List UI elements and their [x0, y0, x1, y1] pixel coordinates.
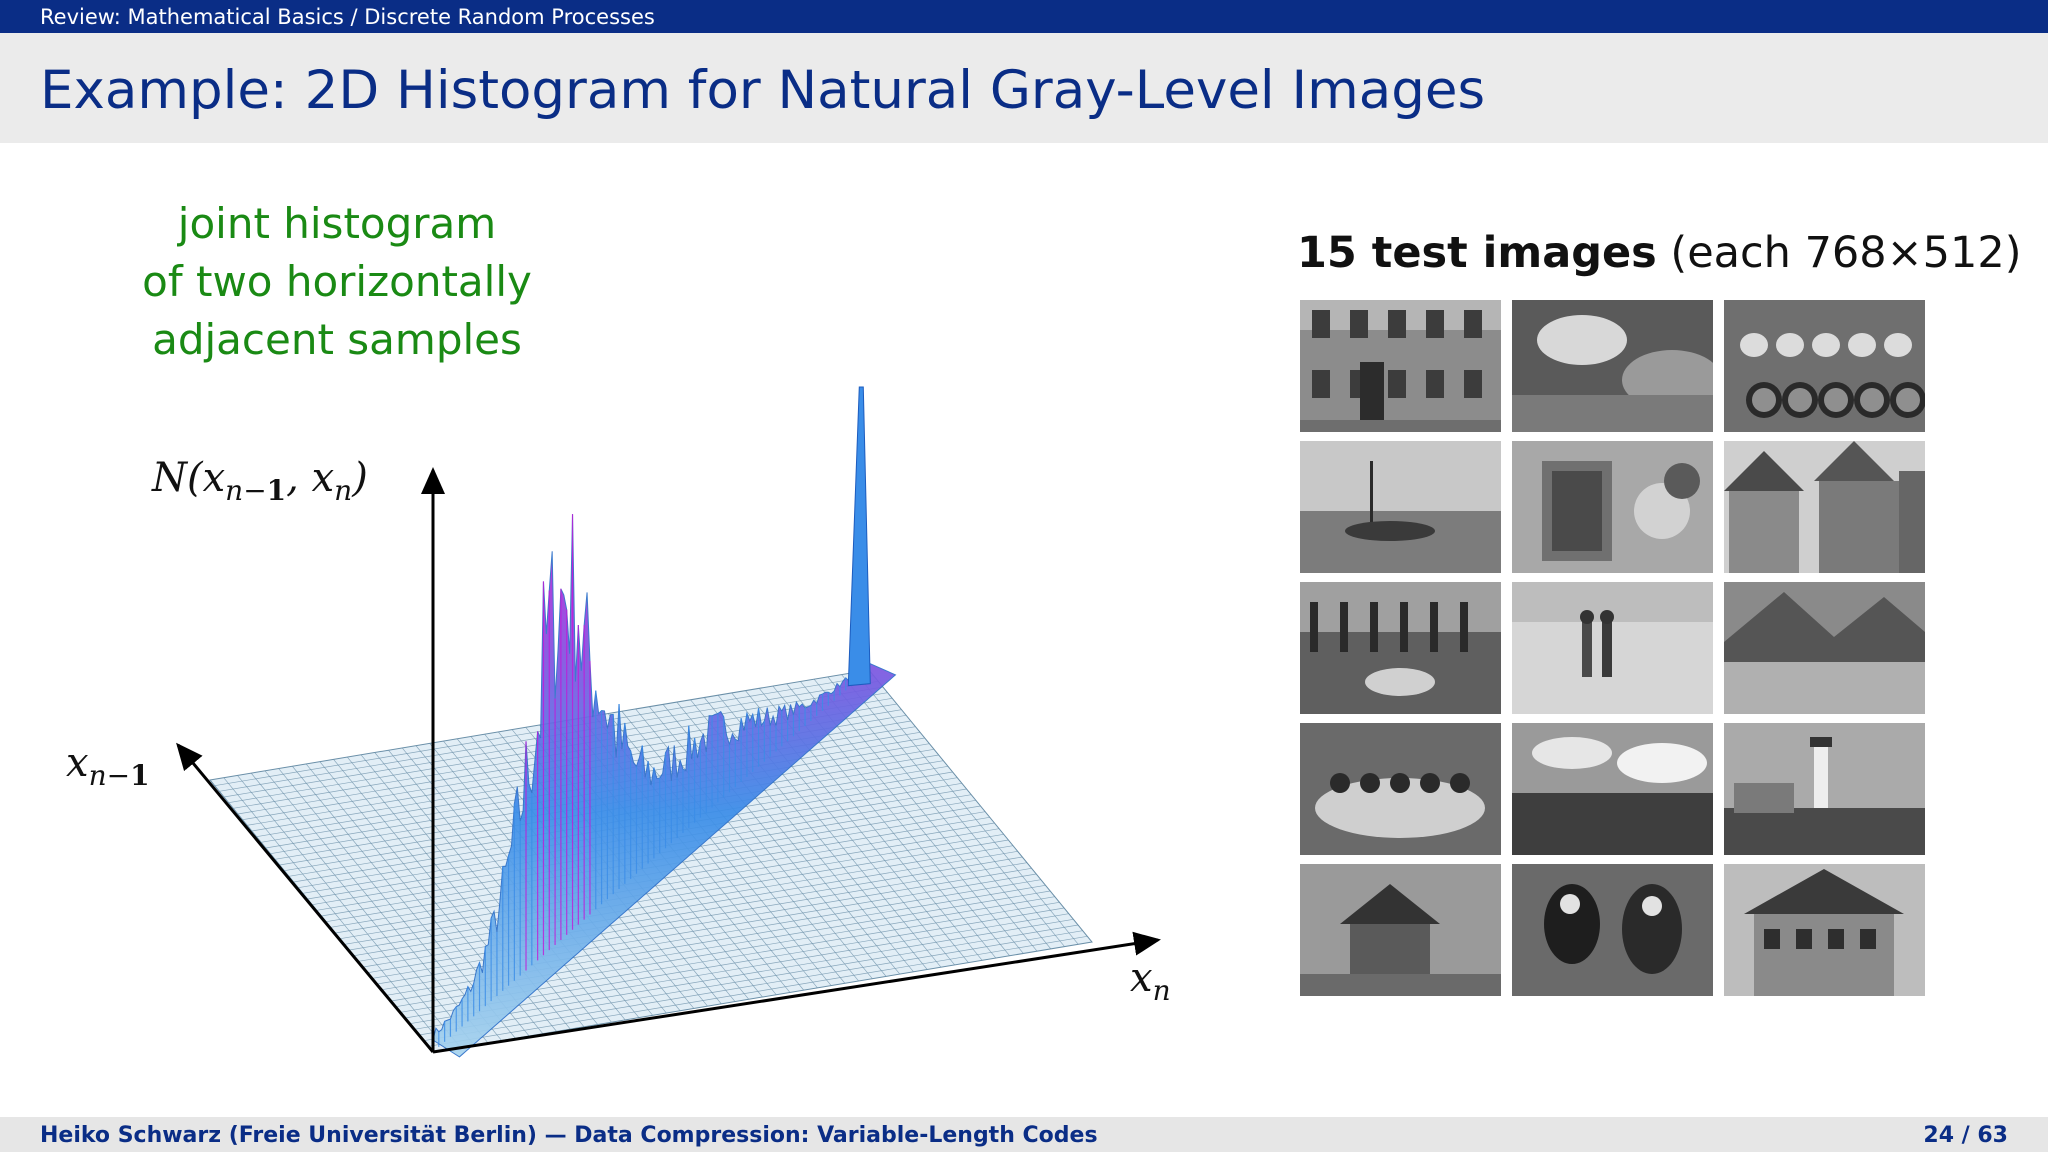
thumbnail-image: painted house [1724, 864, 1925, 996]
test-image-thumbnail: rafting [1300, 723, 1501, 855]
y-axis-label: xn−1 [66, 740, 150, 792]
thumbnail-image: sea with clouds [1512, 723, 1713, 855]
caption-line: adjacent samples [152, 315, 522, 364]
test-image-thumbnail: house by lake [1300, 864, 1501, 996]
test-image-thumbnail: timber-framed houses [1724, 441, 1925, 573]
test-image-thumbnail: couple on beach [1512, 582, 1713, 714]
test-image-thumbnail: boat at pier [1300, 582, 1501, 714]
thumbnail-image: lighthouse [1724, 723, 1925, 855]
caption-line: joint histogram [177, 199, 497, 248]
thumbnail-image: house by lake [1300, 864, 1501, 996]
test-image-thumbnail: motocross riders [1724, 300, 1925, 432]
thumbnail-image: couple on beach [1512, 582, 1713, 714]
slide-title: Example: 2D Histogram for Natural Gray-L… [40, 60, 1486, 121]
test-image-thumbnail: mountain river [1724, 582, 1925, 714]
test-image-thumbnail: house facade [1300, 300, 1501, 432]
z-axis-label: N(xn−1, xn) [152, 455, 368, 507]
thumbnail-image: parrots [1512, 864, 1713, 996]
thumbnail-image: motocross riders [1724, 300, 1925, 432]
plot-caption: joint histogram of two horizontally adja… [92, 195, 582, 369]
test-image-thumbnail: painted house [1724, 864, 1925, 996]
title-bar: Example: 2D Histogram for Natural Gray-L… [0, 33, 2048, 143]
thumbnail-image: boat at pier [1300, 582, 1501, 714]
test-image-thumbnail: lighthouse [1724, 723, 1925, 855]
breadcrumb: Review: Mathematical Basics / Discrete R… [40, 5, 655, 29]
x-axis-label: xn [1130, 955, 1171, 1007]
page-number: 24 / 63 [1923, 1123, 2008, 1148]
test-image-thumbnail: parrots [1512, 864, 1713, 996]
test-image-thumbnail: sailboat [1300, 441, 1501, 573]
test-images-title: 15 test images (each 768×512) [1297, 228, 2022, 278]
thumbnail-image: hats [1512, 300, 1713, 432]
test-image-grid: house facade hats motocross riders sailb… [1300, 300, 1926, 996]
thumbnail-image: mountain river [1724, 582, 1925, 714]
footer-bar: Heiko Schwarz (Freie Universität Berlin)… [0, 1117, 2048, 1152]
thumbnail-image: window with flowers [1512, 441, 1713, 573]
thumbnail-image: sailboat [1300, 441, 1501, 573]
caption-line: of two horizontally [142, 257, 532, 306]
thumbnail-image: rafting [1300, 723, 1501, 855]
header-bar: Review: Mathematical Basics / Discrete R… [0, 0, 2048, 33]
thumbnail-image: house facade [1300, 300, 1501, 432]
test-image-thumbnail: hats [1512, 300, 1713, 432]
test-image-thumbnail: sea with clouds [1512, 723, 1713, 855]
footer-text: Heiko Schwarz (Freie Universität Berlin)… [40, 1123, 1098, 1148]
thumbnail-image: timber-framed houses [1724, 441, 1925, 573]
test-image-thumbnail: window with flowers [1512, 441, 1713, 573]
